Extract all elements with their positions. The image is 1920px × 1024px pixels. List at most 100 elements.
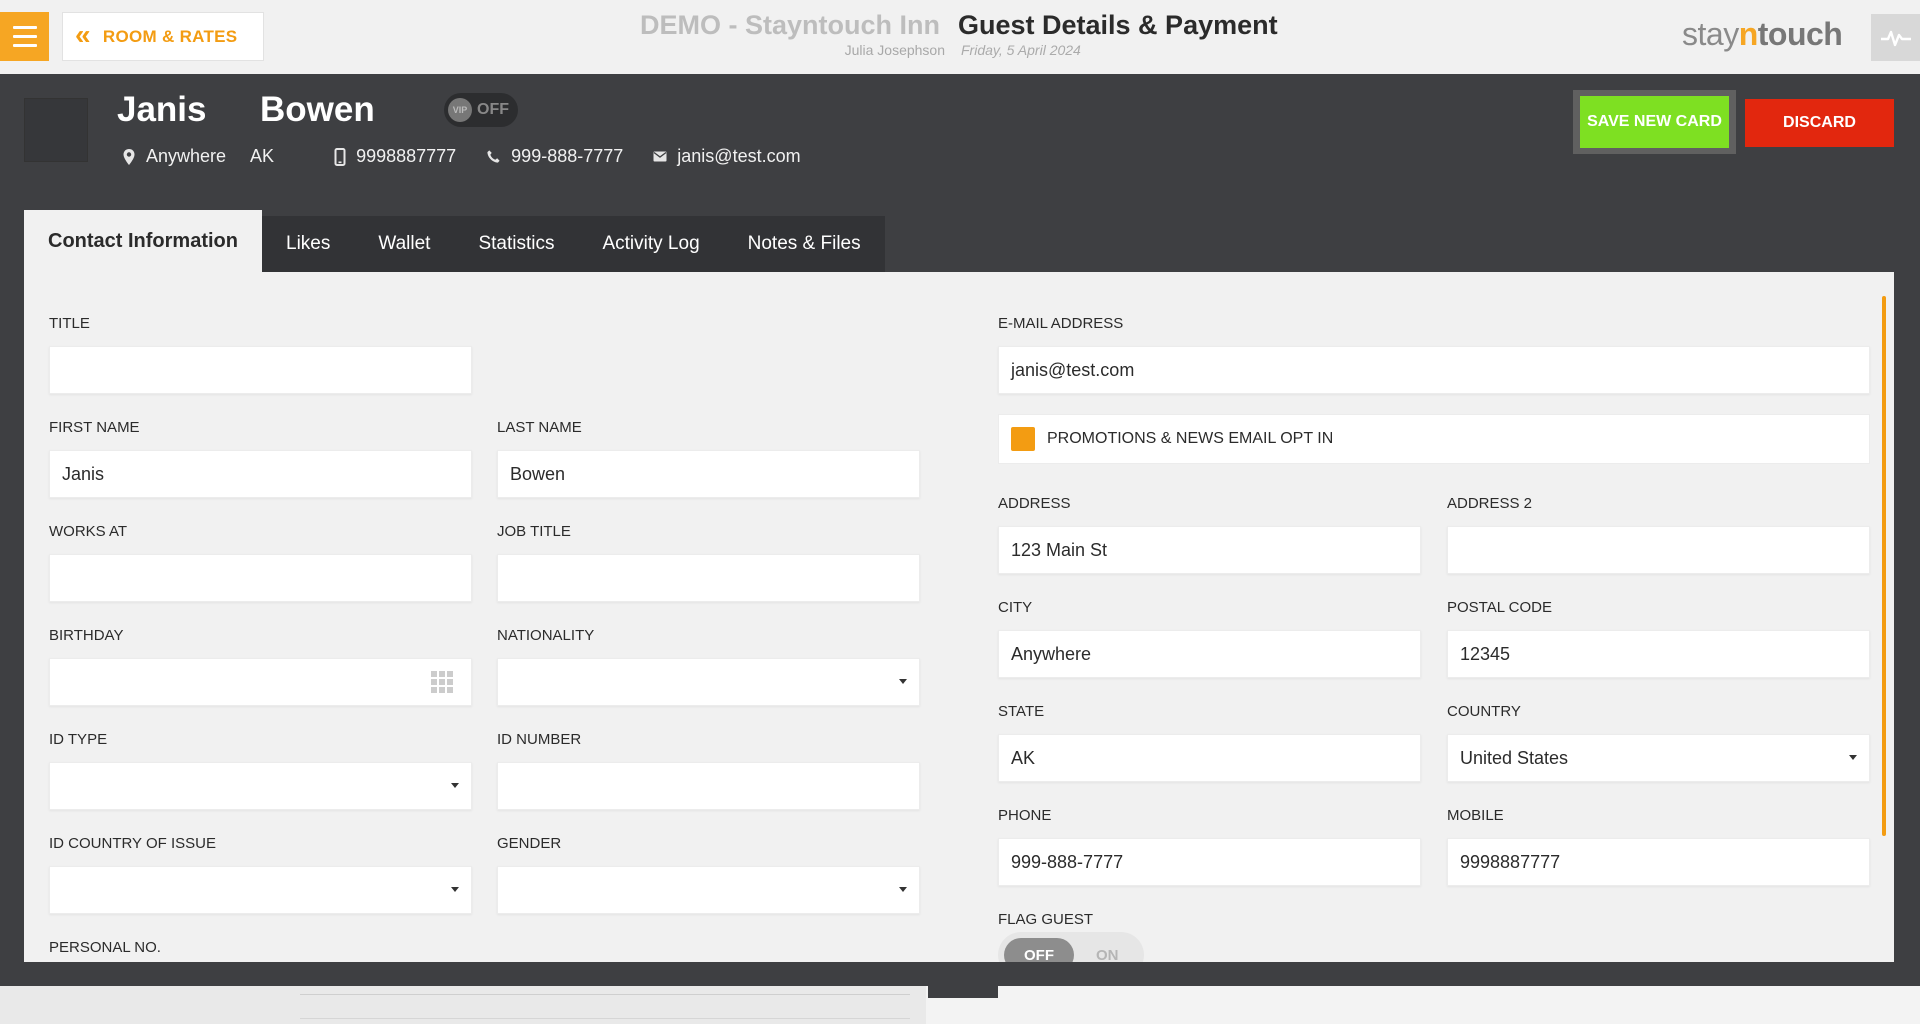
save-new-card-button[interactable]: SAVE NEW CARD [1580,96,1729,148]
guest-phone: 999-888-7777 [511,146,624,166]
guest-tabs: Contact Information Likes Wallet Statist… [24,210,885,272]
state-field: STATE AK [998,702,1421,782]
gender-field: GENDER [497,834,920,914]
address-input[interactable]: 123 Main St [998,526,1421,574]
works-at-label: WORKS AT [49,523,128,540]
tab-contact-information[interactable]: Contact Information [24,210,262,272]
save-card-frame: SAVE NEW CARD [1573,90,1736,154]
postal-code-input[interactable]: 12345 [1447,630,1870,678]
tab-activity-log[interactable]: Activity Log [578,216,724,272]
country-field: COUNTRY United States [1447,702,1870,782]
guest-contact-row: Anywhere AK 9998887777 999-888-7777 jani… [122,146,801,167]
personal-no-label: PERSONAL NO. [49,939,161,956]
email-input[interactable]: janis@test.com [998,346,1870,394]
works-at-field: WORKS AT [49,522,472,602]
city-input[interactable]: Anywhere [998,630,1421,678]
birthday-input[interactable] [49,658,472,706]
first-name-label: FIRST NAME [49,419,140,436]
mobile-label: MOBILE [1447,807,1504,824]
avatar[interactable] [24,98,88,162]
brand-logo: stayntouch [1682,16,1843,52]
job-title-label: JOB TITLE [497,523,571,540]
vip-knob: VIP [448,98,472,122]
birthday-label: BIRTHDAY [49,627,124,644]
email-label: E-MAIL ADDRESS [998,315,1124,332]
checkbox-checked-icon [1011,427,1035,451]
phone-input[interactable]: 999-888-7777 [998,838,1421,886]
tab-likes[interactable]: Likes [262,216,355,272]
first-name-input[interactable]: Janis [49,450,472,498]
nationality-select[interactable] [497,658,920,706]
postal-code-field: POSTAL CODE 12345 [1447,598,1870,678]
optin-label: PROMOTIONS & NEWS EMAIL OPT IN [1047,430,1334,447]
nationality-field: NATIONALITY [497,626,920,706]
title-field: TITLE [49,314,472,394]
flag-guest-on: ON [1096,946,1119,963]
title-input[interactable] [49,346,472,394]
dark-area-bottom-edge [24,962,1894,986]
business-date: Friday, 5 April 2024 [961,42,1081,58]
promotions-optin-checkbox[interactable]: PROMOTIONS & NEWS EMAIL OPT IN [998,414,1870,464]
works-at-input[interactable] [49,554,472,602]
dropdown-arrow-icon [1849,755,1857,760]
back-button-label: ROOM & RATES [102,26,238,46]
country-select[interactable]: United States [1447,734,1870,782]
city-field: CITY Anywhere [998,598,1421,678]
dropdown-arrow-icon [451,783,459,788]
id-type-field: ID TYPE [49,730,472,810]
contact-information-form: TITLE FIRST NAME Janis LAST NAME Bowen W… [24,272,1894,962]
title-label: TITLE [49,315,90,332]
gender-label: GENDER [497,835,562,852]
state-input[interactable]: AK [998,734,1421,782]
last-name-label: LAST NAME [497,419,582,436]
id-type-select[interactable] [49,762,472,810]
discard-button[interactable]: DISCARD [1745,99,1894,147]
guest-state: AK [250,146,275,166]
id-number-input[interactable] [497,762,920,810]
flag-guest-label: FLAG GUEST [998,911,1094,928]
flag-guest-toggle[interactable]: OFF ON [998,932,1144,962]
postal-code-label: POSTAL CODE [1447,599,1553,616]
personal-no-field: PERSONAL NO. [49,938,472,962]
calendar-icon[interactable] [431,671,453,693]
job-title-input[interactable] [497,554,920,602]
vip-toggle[interactable]: VIP OFF [444,93,518,127]
hamburger-menu-button[interactable] [0,12,49,61]
tab-wallet[interactable]: Wallet [354,216,455,272]
tab-notes-files[interactable]: Notes & Files [723,216,885,272]
phone-field: PHONE 999-888-7777 [998,806,1421,886]
guest-email: janis@test.com [677,146,801,166]
tab-statistics[interactable]: Statistics [454,216,579,272]
nationality-label: NATIONALITY [497,627,595,644]
hotel-name: DEMO - Stayntouch Inn [640,10,940,40]
dropdown-arrow-icon [899,679,907,684]
address2-input[interactable] [1447,526,1870,574]
last-name-input[interactable]: Bowen [497,450,920,498]
flag-guest-off: OFF [1004,938,1074,962]
id-country-select[interactable] [49,866,472,914]
location-pin-icon [122,148,136,166]
dropdown-arrow-icon [899,887,907,892]
background-page-peek [0,986,1920,1024]
envelope-icon [653,151,667,162]
top-header: « ROOM & RATES DEMO - Stayntouch Inn Jul… [0,0,1920,74]
gender-select[interactable] [497,866,920,914]
birthday-field: BIRTHDAY [49,626,472,706]
form-scrollbar[interactable] [1882,296,1886,836]
id-number-field: ID NUMBER [497,730,920,810]
menu-icon [12,26,37,29]
last-name-field: LAST NAME Bowen [497,418,920,498]
guest-last-name: Bowen [260,90,375,129]
id-type-label: ID TYPE [49,731,108,748]
guest-first-name: Janis [117,90,207,129]
back-to-room-rates-button[interactable]: « ROOM & RATES [62,12,264,61]
double-chevron-left-icon: « [75,18,91,50]
state-label: STATE [998,703,1045,720]
country-label: COUNTRY [1447,703,1521,720]
mobile-input[interactable]: 9998887777 [1447,838,1870,886]
page-title: Guest Details & Payment [958,10,1278,40]
activity-pulse-button[interactable] [1871,14,1920,61]
first-name-field: FIRST NAME Janis [49,418,472,498]
city-label: CITY [998,599,1033,616]
email-field: E-MAIL ADDRESS janis@test.com [998,314,1870,394]
